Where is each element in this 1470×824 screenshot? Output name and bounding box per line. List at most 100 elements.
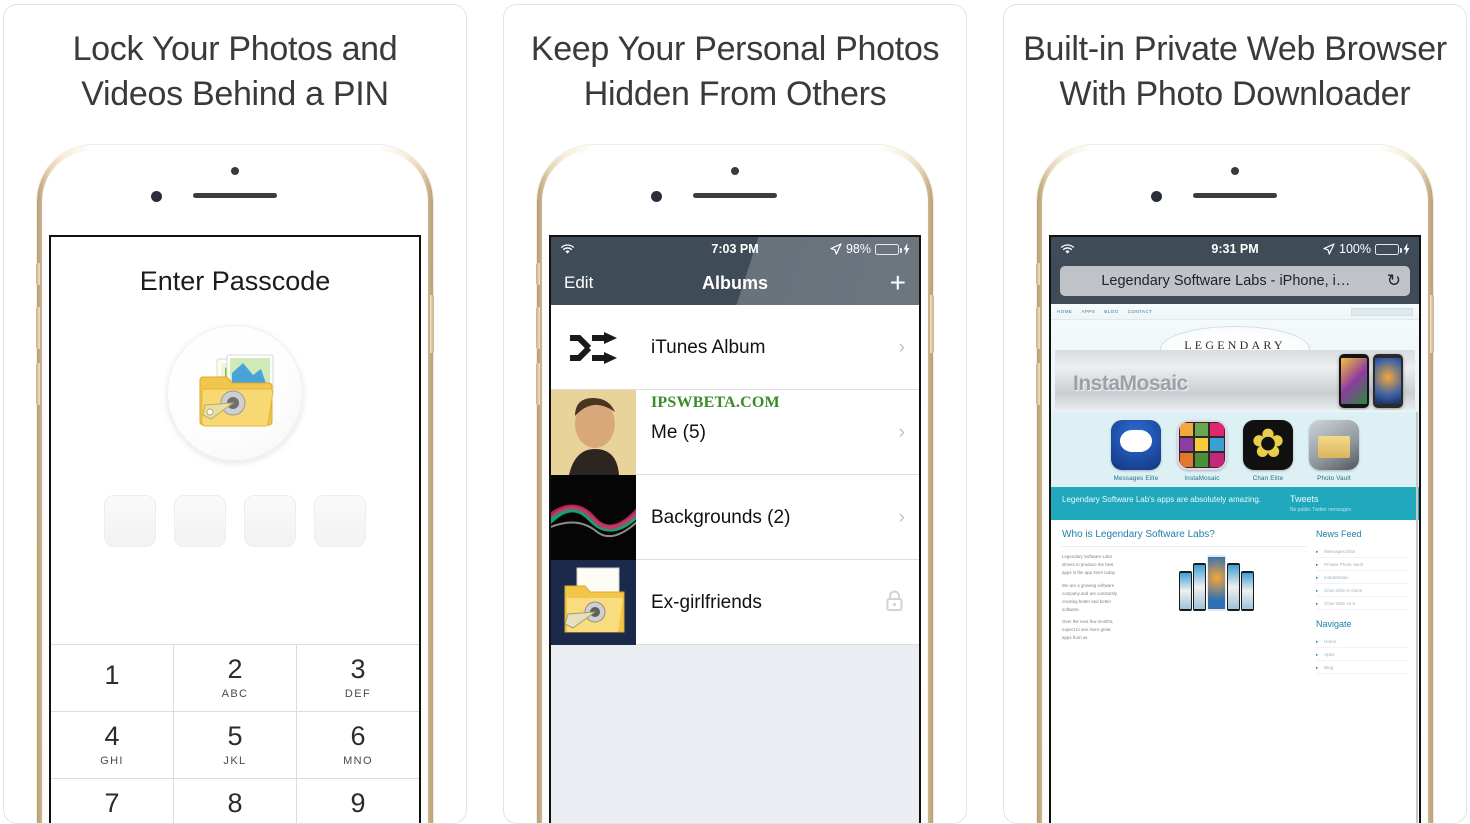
reload-icon[interactable]: ↻ [1387, 271, 1401, 291]
web-page-content: HOME APPS BLOG CONTACT LEGENDARY SOFTWAR… [1051, 304, 1419, 823]
site-body: Who is Legendary Software Labs? Legendar… [1051, 520, 1419, 683]
chevron-right-icon: › [898, 336, 905, 358]
watermark-text: IPSWBETA.COM [651, 394, 780, 411]
feature-card-browser: Built-in Private Web Browser With Photo … [1003, 4, 1467, 824]
about-heading: Who is Legendary Software Labs? [1062, 529, 1215, 540]
album-thumbnail [551, 475, 636, 560]
keypad-key-9[interactable]: 9 WXYZ [297, 779, 419, 823]
fan-phone [1241, 571, 1254, 611]
iphone-mockup: 7:03 PM 98% Edit Albums + iTunes Album ›… [536, 145, 934, 823]
list-item[interactable]: iTunes Album › [551, 305, 919, 390]
passcode-dot [244, 495, 296, 547]
phone-fan-image [1127, 553, 1306, 611]
keypad-digit: 1 [104, 660, 120, 690]
app-tile[interactable]: InstaMosaic [1175, 420, 1230, 482]
silent-switch [1036, 263, 1040, 285]
nav-title: Albums [701, 272, 768, 293]
location-arrow-icon [830, 243, 842, 255]
silent-switch [36, 263, 40, 285]
phone-screen-passcode: Enter Passcode 1 2 ABC 3 DEF 4 GHI 5 JKL… [49, 235, 421, 823]
list-item[interactable]: Home [1316, 635, 1408, 648]
testimonial-band: Legendary Software Lab's apps are absolu… [1051, 487, 1419, 520]
list-item[interactable]: Backgrounds (2) › [551, 475, 919, 560]
list-item[interactable]: Me (5) › IPSWBETA.COM [551, 390, 919, 475]
list-item[interactable]: InstaMosaic [1316, 571, 1408, 584]
about-content: Legendary Software Labs strives to produ… [1062, 553, 1306, 647]
status-right: 98% [830, 242, 910, 256]
site-nav-home[interactable]: HOME [1057, 309, 1072, 314]
proximity-sensor-icon [1231, 167, 1239, 175]
battery-percent: 100% [1339, 242, 1371, 256]
phone-screen-albums: 7:03 PM 98% Edit Albums + iTunes Album ›… [549, 235, 921, 823]
keypad-key-4[interactable]: 4 GHI [51, 712, 174, 778]
album-thumbnail [551, 560, 636, 645]
ios-bars: 7:03 PM 98% Edit Albums + [551, 237, 919, 305]
add-album-button[interactable]: + [890, 269, 906, 297]
power-button [930, 295, 934, 353]
keypad-key-2[interactable]: 2 ABC [174, 645, 297, 711]
volume-up-button [36, 307, 40, 349]
site-nav-blog[interactable]: BLOG [1104, 309, 1118, 314]
fan-phone [1179, 571, 1192, 611]
keypad-digit: 7 [104, 788, 120, 818]
hero-product-name: InstaMosaic [1073, 372, 1188, 395]
hero-phone-images [1339, 354, 1403, 408]
keypad-key-8[interactable]: 8 TUV [174, 779, 297, 823]
chevron-right-icon: › [898, 506, 905, 528]
front-camera-icon [651, 191, 662, 202]
tweets-title: Tweets [1290, 494, 1319, 504]
list-item[interactable]: Blog [1316, 661, 1408, 674]
instamosaic-app-icon [1177, 420, 1227, 470]
proximity-sensor-icon [731, 167, 739, 175]
site-search-input[interactable] [1351, 307, 1413, 316]
keypad-key-6[interactable]: 6 MNO [297, 712, 419, 778]
list-item[interactable]: Apps [1316, 648, 1408, 661]
address-bar[interactable]: Legendary Software Labs - iPhone, i… ↻ [1060, 266, 1410, 296]
passcode-dot [104, 495, 156, 547]
page-title: Lock Your Photos and Videos Behind a PIN [72, 30, 398, 114]
status-bar: 7:03 PM 98% [551, 237, 919, 261]
app-tile[interactable]: Photo Vault [1307, 420, 1362, 482]
list-item[interactable]: Private Photo Vault [1316, 558, 1408, 571]
keypad-key-5[interactable]: 5 JKL [174, 712, 297, 778]
list-item[interactable]: Messages Elite [1316, 545, 1408, 558]
feature-card-albums: Keep Your Personal Photos Hidden From Ot… [503, 4, 967, 824]
battery-icon [1375, 243, 1402, 255]
url-text: Legendary Software Labs - iPhone, i… [1101, 273, 1351, 289]
keypad-digit: 2 [227, 654, 243, 684]
fan-phone [1193, 563, 1206, 611]
chan-elite-app-icon [1243, 420, 1293, 470]
about-section: Who is Legendary Software Labs? Legendar… [1062, 529, 1306, 674]
site-nav-contact[interactable]: CONTACT [1128, 309, 1153, 314]
shuffle-icon [551, 305, 636, 390]
keypad-key-1[interactable]: 1 [51, 645, 174, 711]
feature-card-passcode: Lock Your Photos and Videos Behind a PIN… [3, 4, 467, 824]
testimonial-quote: Legendary Software Lab's apps are absolu… [1062, 495, 1261, 504]
passcode-dots[interactable] [51, 495, 419, 547]
fan-phone [1207, 555, 1226, 611]
messages-elite-app-icon [1111, 420, 1161, 470]
app-tile[interactable]: Messages Elite [1109, 420, 1164, 482]
earpiece-speaker [693, 193, 777, 198]
list-item[interactable]: Ex-girlfriends [551, 560, 919, 645]
passcode-dot [314, 495, 366, 547]
silent-switch [536, 263, 540, 285]
keypad-key-7[interactable]: 7 PQRS [51, 779, 174, 823]
empty-list-area [551, 645, 919, 823]
keypad-letters: GHI [100, 755, 124, 767]
keypad-row: 4 GHI 5 JKL 6 MNO [51, 712, 419, 779]
list-item[interactable]: Chan Elite is Gone [1316, 584, 1408, 597]
iphone-mockup: Enter Passcode 1 2 ABC 3 DEF 4 GHI 5 JKL… [36, 145, 434, 823]
phone-screen-browser: 9:31 PM 100% Legendary Software Labs - i… [1049, 235, 1421, 823]
page-title: Keep Your Personal Photos Hidden From Ot… [530, 30, 940, 114]
list-item[interactable]: Chan Elite v2.0 [1316, 597, 1408, 610]
keypad-key-3[interactable]: 3 DEF [297, 645, 419, 711]
tweets-widget: Tweets No public Twitter messages [1290, 494, 1408, 513]
site-nav-apps[interactable]: APPS [1081, 309, 1095, 314]
app-tile[interactable]: Chan Elite [1241, 420, 1296, 482]
newsfeed-list: Messages Elite Private Photo Vault Insta… [1316, 545, 1408, 610]
numeric-keypad[interactable]: 1 2 ABC 3 DEF 4 GHI 5 JKL 6 MNO 7 8 9 [51, 644, 419, 823]
lightning-bolt-icon [1403, 243, 1410, 255]
power-button [430, 295, 434, 353]
